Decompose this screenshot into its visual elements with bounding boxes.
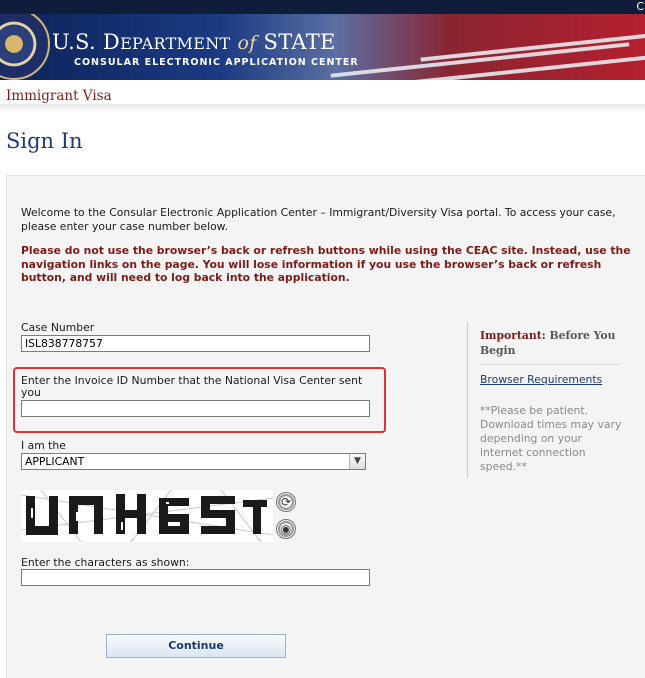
top-strip: C bbox=[0, 0, 645, 14]
browser-requirements-link[interactable]: Browser Requirements bbox=[480, 373, 602, 386]
captcha-input[interactable] bbox=[21, 569, 370, 586]
department-subtitle: CONSULAR ELECTRONIC APPLICATION CENTER bbox=[74, 57, 359, 68]
captcha-image bbox=[21, 490, 273, 542]
audio-captcha-icon[interactable]: ◉ bbox=[276, 519, 296, 539]
continue-button[interactable]: Continue bbox=[106, 634, 286, 658]
header-divider bbox=[0, 104, 645, 112]
case-number-input[interactable]: ISL838778757 bbox=[21, 335, 370, 352]
case-number-label: Case Number bbox=[21, 321, 95, 334]
state-department-seal-icon bbox=[0, 14, 50, 80]
invoice-id-input[interactable] bbox=[21, 400, 370, 417]
header-banner: U.S. DEPARTMENT of STATE CONSULAR ELECTR… bbox=[0, 14, 645, 80]
page-title: Sign In bbox=[6, 129, 83, 153]
refresh-captcha-icon[interactable]: ⟳ bbox=[276, 492, 296, 512]
role-label: I am the bbox=[21, 439, 66, 452]
top-strip-text: C bbox=[636, 0, 644, 13]
important-heading: Important: Before You Begin bbox=[480, 329, 616, 357]
chevron-down-icon[interactable]: ▼ bbox=[349, 454, 365, 469]
sidebar-divider bbox=[480, 364, 620, 365]
captcha-label: Enter the characters as shown: bbox=[21, 556, 190, 569]
sidebar: Important: Before You Begin Browser Requ… bbox=[467, 322, 621, 478]
welcome-text: Welcome to the Consular Electronic Appli… bbox=[21, 206, 616, 233]
patience-note: **Please be patient. Download times may … bbox=[480, 404, 622, 473]
invoice-id-label: Enter the Invoice ID Number that the Nat… bbox=[21, 374, 363, 399]
role-select-value: APPLICANT bbox=[25, 455, 85, 468]
department-title: U.S. DEPARTMENT of STATE bbox=[52, 30, 336, 54]
visa-type-label: Immigrant Visa bbox=[6, 88, 112, 104]
role-select[interactable]: APPLICANT ▼ bbox=[21, 453, 366, 470]
warning-text: Please do not use the browser’s back or … bbox=[21, 244, 631, 284]
